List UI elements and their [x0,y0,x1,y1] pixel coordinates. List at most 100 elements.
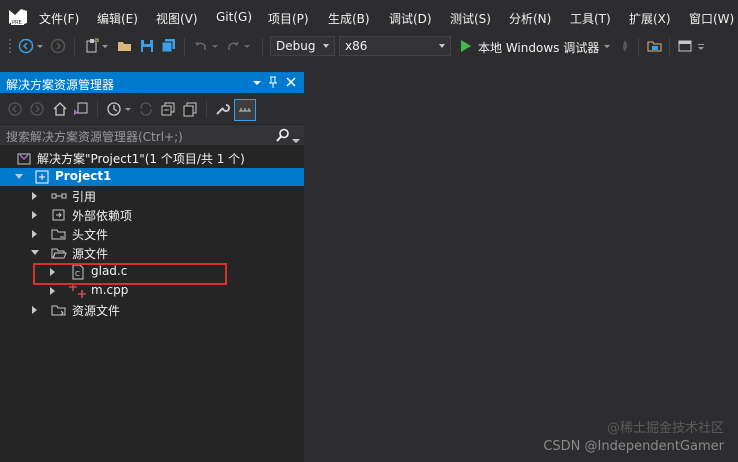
solution-label: 解决方案"Project1"(1 个项目/共 1 个) [37,152,245,166]
toolbar-separator [669,38,670,56]
tree-row-references[interactable]: 引用 [0,187,304,205]
tree-row-external-deps[interactable]: 外部依赖项 [0,206,304,224]
toolbar-grip-icon [7,38,13,54]
run-dropdown-icon[interactable] [603,38,611,54]
menu-file[interactable]: 文件(F) [39,10,79,27]
search-options-dropdown-icon[interactable] [292,133,300,147]
folder-icon [51,302,67,318]
hot-reload-icon[interactable] [617,38,633,54]
tree-row-header-files[interactable]: 头文件 [0,225,304,243]
search-icon[interactable] [276,128,290,145]
watermark: CSDN @IndependentGamer [543,439,724,454]
close-icon[interactable] [285,76,297,91]
forward-icon[interactable] [50,38,66,54]
platform-select[interactable]: x86 [339,36,451,56]
expand-arrow-icon[interactable] [32,211,37,219]
redo-dropdown-icon[interactable] [243,38,251,54]
show-all-files-icon[interactable] [182,101,198,117]
expand-arrow-icon[interactable] [32,192,37,200]
toolbar-separator [262,38,263,56]
menu-git[interactable]: Git(G) [216,10,252,24]
tree-item-label: 资源文件 [72,304,121,318]
tree-item-label: 头文件 [72,228,109,242]
menu-view[interactable]: 视图(V) [156,10,198,27]
switch-views-icon[interactable] [73,101,89,117]
menu-project[interactable]: 项目(P) [268,10,309,27]
undo-dropdown-icon[interactable] [211,38,219,54]
save-all-icon[interactable] [161,38,177,54]
solution-icon [16,150,32,166]
expand-arrow-icon[interactable] [31,250,39,255]
tree-item-label: 源文件 [72,247,109,261]
tree-row-solution[interactable]: 解决方案"Project1"(1 个项目/共 1 个) [0,149,304,167]
home-icon[interactable] [52,101,68,117]
menu-analyze[interactable]: 分析(N) [509,10,551,27]
filter-dropdown-icon[interactable] [124,101,132,117]
configuration-select[interactable]: Debug [270,36,335,56]
sync-icon[interactable] [138,101,154,117]
pending-changes-filter-icon[interactable] [106,101,122,117]
platform-value: x86 [345,39,368,53]
solution-explorer-toolbar [0,94,304,124]
logo-badge: PRE [12,20,22,26]
toolbar-overflow-icon[interactable] [697,38,705,54]
menu-tools[interactable]: 工具(T) [570,10,611,27]
menu-build[interactable]: 生成(B) [328,10,370,27]
chevron-down-icon [323,44,329,48]
collapse-all-icon[interactable] [160,101,176,117]
expand-arrow-icon[interactable] [50,287,55,295]
preview-selected-items-icon[interactable] [234,99,256,121]
visual-studio-logo-icon[interactable]: PRE [7,7,29,27]
properties-wrench-icon[interactable] [214,101,230,117]
tree-row-project[interactable]: Project1 [0,168,304,186]
cpp-file-icon [69,283,86,299]
open-folder-icon[interactable] [117,38,133,54]
folder-view-icon[interactable] [647,38,663,54]
chevron-down-icon [439,44,445,48]
menu-debug[interactable]: 调试(D) [389,10,432,27]
editor-area: @稀土掘金技术社区 CSDN @IndependentGamer [305,60,738,462]
toolbar-separator [184,38,185,56]
forward-icon[interactable] [29,101,45,117]
menu-edit[interactable]: 编辑(E) [97,10,138,27]
back-dropdown-icon[interactable] [36,38,44,54]
folder-icon [51,226,67,242]
expand-arrow-icon[interactable] [32,230,37,238]
toolbar-separator [74,38,75,56]
panel-menu-icon[interactable] [252,76,262,91]
standard-toolbar: Debug x86 本地 Windows 调试器 [0,34,738,60]
start-debugging-icon[interactable] [458,38,474,54]
expand-arrow-icon[interactable] [15,174,23,179]
expand-arrow-icon[interactable] [32,306,37,314]
redo-icon[interactable] [225,38,241,54]
panel-title: 解决方案资源管理器 [6,78,115,92]
new-item-icon[interactable] [84,38,100,54]
search-input[interactable]: 搜索解决方案资源管理器(Ctrl+;) [6,128,183,145]
save-icon[interactable] [139,38,155,54]
cpp-project-icon [34,169,50,185]
highlight-box [33,263,227,285]
menu-extensions[interactable]: 扩展(X) [629,10,671,27]
tree-row-resource-files[interactable]: 资源文件 [0,301,304,319]
tree-item-label: 引用 [72,190,97,204]
window-layout-icon[interactable] [677,38,693,54]
tree-row-source-files[interactable]: 源文件 [0,244,304,262]
menu-bar: PRE 文件(F) 编辑(E) 视图(V) Git(G) 项目(P) 生成(B)… [0,0,738,34]
back-icon[interactable] [7,101,23,117]
new-item-dropdown-icon[interactable] [101,38,109,54]
back-icon[interactable] [18,38,34,54]
references-icon [51,188,67,204]
start-debugging-label[interactable]: 本地 Windows 调试器 [478,39,599,56]
pin-icon[interactable] [267,75,279,92]
solution-explorer-search[interactable]: 搜索解决方案资源管理器(Ctrl+;) [0,125,304,145]
toolbar-separator [97,100,98,118]
folder-open-icon [51,245,67,261]
undo-icon[interactable] [193,38,209,54]
menu-window[interactable]: 窗口(W) [689,10,734,27]
menu-test[interactable]: 测试(S) [450,10,491,27]
toolbar-separator [206,100,207,118]
configuration-value: Debug [276,39,316,53]
project-label: Project1 [55,169,112,183]
tree-item-label: 外部依赖项 [72,209,133,223]
solution-explorer-titlebar: 解决方案资源管理器 [0,72,304,93]
